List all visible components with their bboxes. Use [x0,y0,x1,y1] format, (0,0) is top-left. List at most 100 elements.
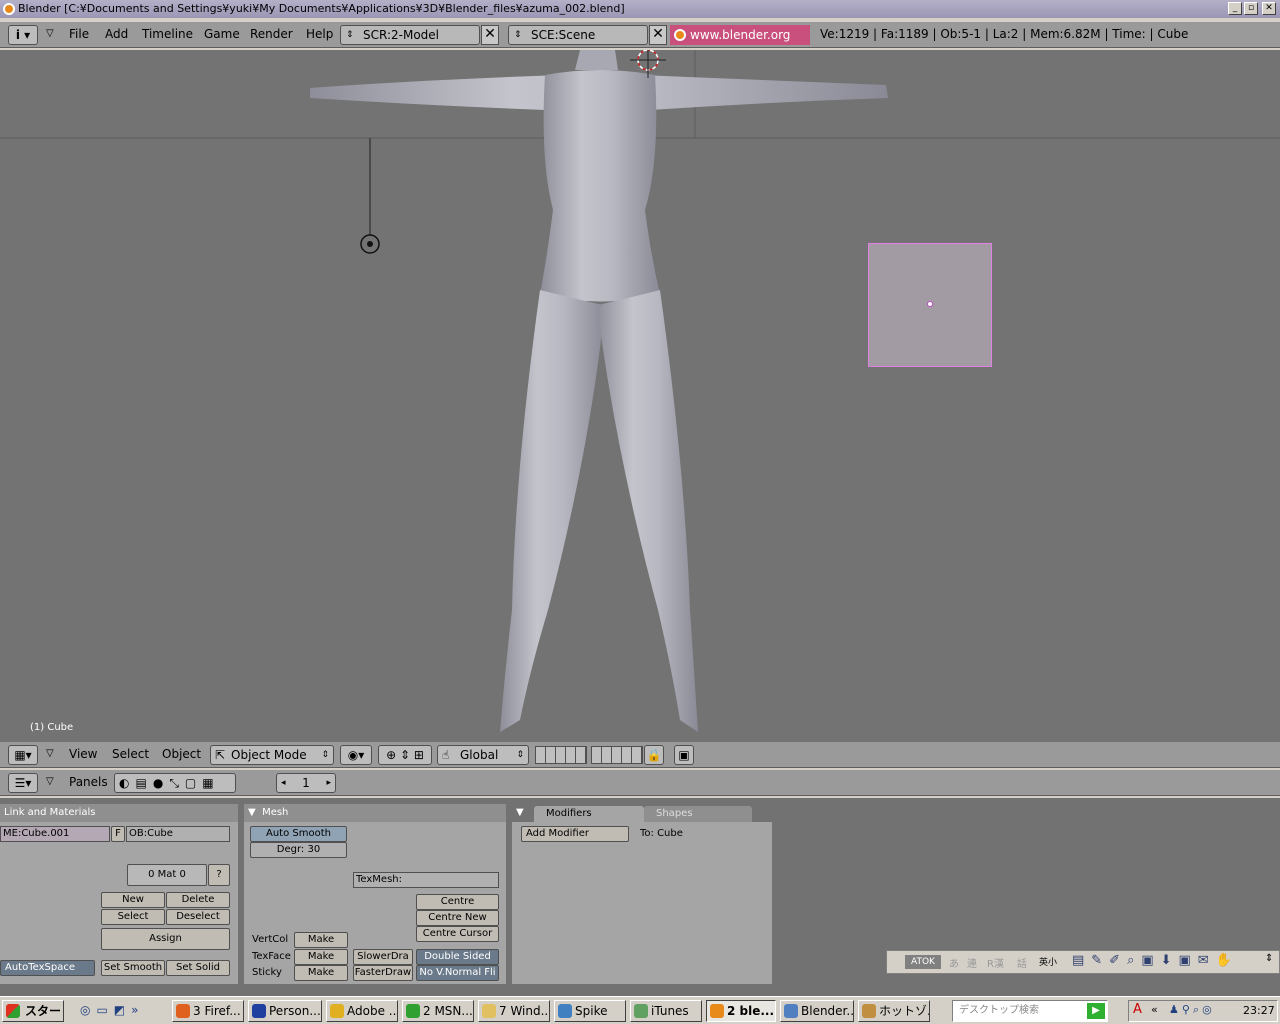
menu-game[interactable]: Game [204,22,240,46]
no-vnormal-flip-toggle[interactable]: No V.Normal Fli [416,965,499,981]
figure-torso[interactable] [540,70,660,302]
object-icon[interactable]: ⤡ [169,776,185,790]
logic-icon[interactable]: ◐ [119,776,135,790]
menu-object[interactable]: Object [162,742,201,766]
tab-shapes[interactable]: Shapes [644,806,752,822]
faster-draw-button[interactable]: FasterDraw [353,965,413,981]
slower-draw-button[interactable]: SlowerDra [353,949,413,965]
fake-user-button[interactable]: F [111,826,125,842]
taskbar-button[interactable]: Spike [554,1000,626,1022]
ime-tool-icons[interactable]: ▤✎✐⌕▣⬇▣✉✋ [1072,953,1239,968]
centre-button[interactable]: Centre [416,894,499,910]
minimize-button[interactable]: _ [1228,2,1242,15]
menu-help[interactable]: Help [306,22,333,46]
menu-file[interactable]: File [69,22,89,46]
ime-kanji[interactable]: R漢 [987,955,1004,970]
collapse-menu-icon[interactable]: ▽ [46,742,54,766]
collapse-menu-icon[interactable]: ▽ [46,770,54,794]
degree-field[interactable]: Degr: 30 [250,842,347,858]
menu-panels[interactable]: Panels [69,770,108,794]
window-type-button[interactable]: ☰▾ [8,773,38,793]
collapse-triangle-icon[interactable]: ▼ [248,807,256,818]
taskbar-button[interactable]: Adobe ... [326,1000,398,1022]
double-sided-toggle[interactable]: Double Sided [416,949,499,965]
object-name-field[interactable]: OB:Cube [126,826,230,842]
draw-type-button[interactable]: ◉▾ [340,745,372,765]
delete-scene-button[interactable]: ✕ [649,25,667,45]
adobe-tray-icon[interactable]: A [1133,1002,1142,1017]
auto-smooth-toggle[interactable]: Auto Smooth [250,826,347,842]
tab-modifiers[interactable]: Modifiers [534,806,644,822]
start-button[interactable]: スタート [2,1000,64,1022]
taskbar-button[interactable]: ホットゾ... [858,1000,930,1022]
menu-add[interactable]: Add [105,22,128,46]
material-index-field[interactable]: 0 Mat 0 [127,864,207,886]
menu-timeline[interactable]: Timeline [142,22,193,46]
taskbar-button[interactable]: iTunes [630,1000,702,1022]
taskbar-button[interactable]: Blender... [780,1000,854,1022]
taskbar-button[interactable]: 2 ble... [706,1000,776,1022]
figure-neck[interactable] [575,50,618,70]
centre-new-button[interactable]: Centre New [416,910,499,926]
mesh-name-field[interactable]: ME:Cube.001 [0,826,110,842]
taskbar-button[interactable]: 3 Firef... [172,1000,244,1022]
mode-selector[interactable]: ⇱ Object Mode ⇕ [210,745,334,765]
shading-icon[interactable]: ● [153,776,169,790]
figure-left-leg[interactable] [500,290,605,732]
right-arrow-icon[interactable]: ▸ [326,774,331,792]
desktop-search-input[interactable]: デスクトップ検索 ▶ [952,1000,1108,1022]
autotexspace-toggle[interactable]: AutoTexSpace [0,960,95,976]
centre-cursor-button[interactable]: Centre Cursor [416,926,499,942]
add-modifier-button[interactable]: Add Modifier [521,826,629,842]
texface-make-button[interactable]: Make [294,949,348,965]
ime-expand-icon[interactable]: ⇕ [1265,953,1273,964]
search-go-icon[interactable]: ▶ [1087,1003,1105,1019]
context-buttons[interactable]: ◐▤●⤡▢▦ [114,773,236,793]
tray-icons[interactable]: ♟⚲⌕◎ [1169,1003,1215,1017]
frame-field[interactable]: ◂ 1 ▸ [276,773,336,793]
set-solid-button[interactable]: Set Solid [166,960,230,976]
3d-viewport[interactable]: (1) Cube [0,50,1280,742]
editing-icon[interactable]: ▢ [185,776,202,790]
delete-screen-button[interactable]: ✕ [481,25,499,45]
vertcol-make-button[interactable]: Make [294,932,348,948]
select-material-button[interactable]: Select [101,909,165,925]
sticky-make-button[interactable]: Make [294,965,348,981]
screen-selector[interactable]: ⇕ SCR:2-Model [340,25,480,45]
close-button[interactable]: ✕ [1262,2,1276,15]
taskbar-button[interactable]: 2 MSN... [402,1000,474,1022]
deselect-material-button[interactable]: Deselect [166,909,230,925]
pivot-button[interactable]: ⊕ ⇕ ⊞ [378,745,432,765]
collapse-menu-icon[interactable]: ▽ [46,22,54,46]
maximize-button[interactable]: ▫ [1244,2,1258,15]
ime-alpha[interactable]: 英小 [1039,955,1057,968]
menu-render[interactable]: Render [250,22,293,46]
render-preview-icon[interactable]: ▣ [674,745,694,765]
taskbar-button[interactable]: 7 Wind... [478,1000,550,1022]
figure-right-leg[interactable] [597,290,698,732]
window-type-button[interactable]: i ▾ [8,25,38,45]
scene-selector[interactable]: ⇕ SCE:Scene [508,25,648,45]
taskbar-button[interactable]: Person... [248,1000,322,1022]
orientation-selector[interactable]: ☝ Global ⇕ [437,745,529,765]
layer-buttons-1[interactable] [535,746,587,764]
collapse-triangle-icon[interactable]: ▼ [516,807,524,818]
lock-icon[interactable]: 🔒 [644,745,664,765]
tray-expand-icon[interactable]: « [1151,1003,1158,1016]
ime-hiragana[interactable]: あ [949,955,959,970]
delete-material-button[interactable]: Delete [166,892,230,908]
menu-view[interactable]: View [69,742,97,766]
website-link[interactable]: www.blender.org 240 [670,25,810,62]
texmesh-field[interactable]: TexMesh: [353,872,499,888]
ime-speech[interactable]: 話 [1017,955,1027,970]
help-button[interactable]: ? [208,864,230,886]
new-material-button[interactable]: New [101,892,165,908]
ime-conversion[interactable]: 連 [967,955,977,970]
window-type-button[interactable]: ▦▾ [8,745,38,765]
script-icon[interactable]: ▤ [135,776,152,790]
left-arrow-icon[interactable]: ◂ [281,774,286,792]
quicklaunch-icons[interactable]: ◎▭◩» [80,1003,145,1017]
atok-label[interactable]: ATOK [905,955,941,969]
scene-icon[interactable]: ▦ [202,776,219,790]
menu-select[interactable]: Select [112,742,149,766]
